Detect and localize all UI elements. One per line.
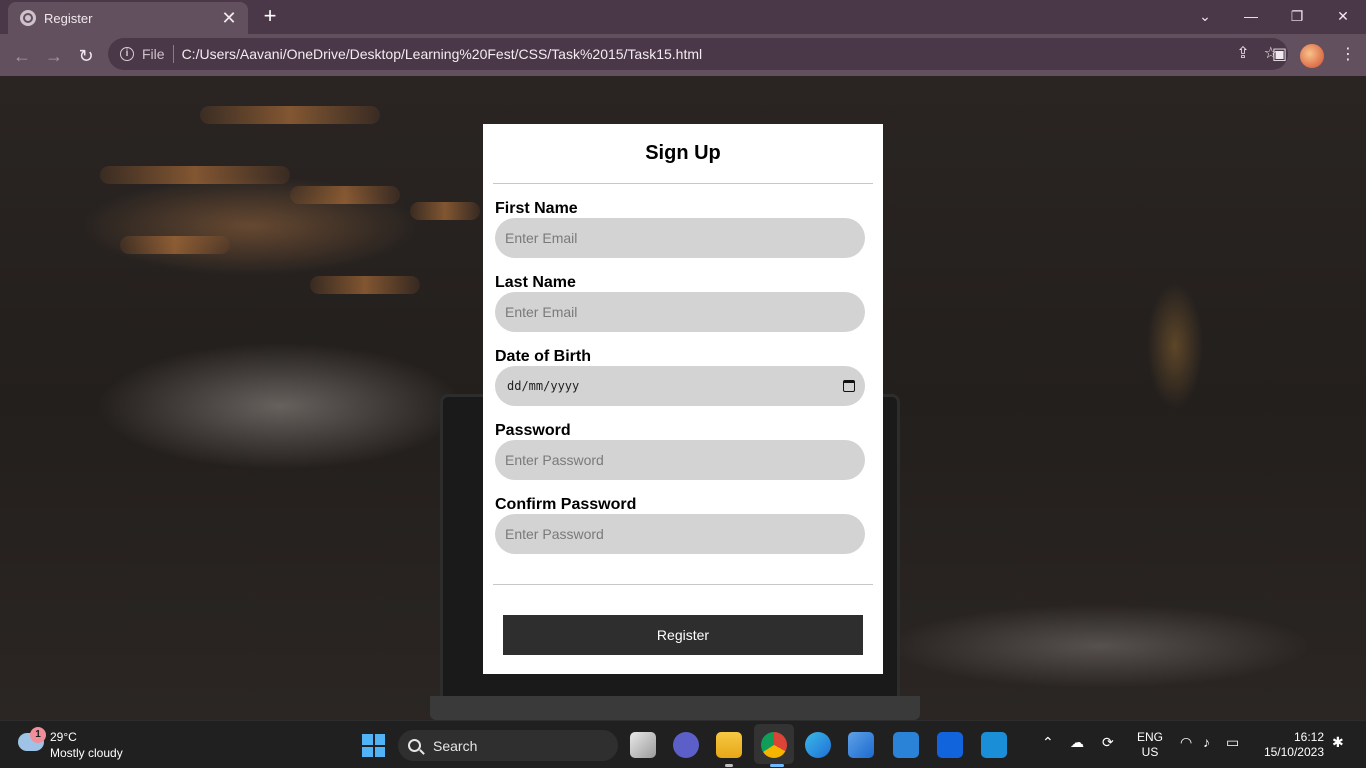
wifi-icon[interactable]: ◠ (1180, 734, 1192, 751)
myhp-icon[interactable] (981, 732, 1007, 758)
register-button[interactable]: Register (503, 615, 863, 655)
restore-button[interactable]: ❐ (1274, 0, 1320, 32)
browser-toolbar: ← → ↻ i File C:/Users/Aavani/OneDrive/De… (0, 34, 1366, 76)
browser-tab[interactable]: Register ✕ (8, 2, 248, 34)
edge-icon[interactable] (805, 732, 831, 758)
menu-kebab-icon[interactable]: ⋮ (1340, 44, 1356, 64)
dob-placeholder: dd/mm/yyyy (507, 379, 580, 393)
sync-icon[interactable]: ⟳ (1102, 734, 1114, 751)
address-url[interactable]: C:/Users/Aavani/OneDrive/Desktop/Learnin… (182, 46, 703, 62)
first-name-label: First Name (495, 200, 578, 217)
confirm-password-input[interactable] (495, 514, 865, 554)
system-clock[interactable]: 16:12 15/10/2023 (1258, 730, 1324, 760)
teams-icon[interactable] (673, 732, 699, 758)
info-icon[interactable]: i (120, 47, 134, 61)
background-laptop-base (430, 696, 920, 720)
file-explorer-icon[interactable] (716, 732, 742, 758)
clock-date: 15/10/2023 (1263, 745, 1324, 759)
windows-taskbar: 1 29°C Mostly cloudy Search ⌃ ☁ ⟳ ENG US… (0, 720, 1366, 768)
windows-start-icon[interactable] (362, 734, 385, 757)
password-input[interactable] (495, 440, 865, 480)
address-divider (172, 45, 174, 63)
dropbox-icon[interactable] (937, 732, 963, 758)
store-icon[interactable] (848, 732, 874, 758)
mail-icon[interactable] (893, 732, 919, 758)
show-hidden-icons-chevron-icon[interactable]: ⌃ (1042, 734, 1054, 751)
onedrive-cloud-icon[interactable]: ☁ (1070, 734, 1084, 751)
tab-search-chevron-icon[interactable]: ⌄ (1182, 0, 1228, 32)
tab-title: Register (44, 10, 93, 26)
background-decor (290, 186, 400, 204)
browser-tab-bar: Register ✕ + ⌄ — ❐ ✕ (0, 0, 1366, 34)
language-indicator[interactable]: ENG US (1136, 730, 1164, 760)
reload-icon[interactable]: ↻ (72, 42, 100, 70)
app-running-indicator (725, 764, 733, 767)
background-decor (120, 236, 230, 254)
form-title: Sign Up (645, 142, 721, 164)
region-code: US (1141, 745, 1159, 759)
dob-input[interactable]: dd/mm/yyyy (495, 366, 865, 406)
search-label: Search (433, 737, 478, 754)
background-decor (100, 166, 290, 184)
weather-temperature[interactable]: 29°C (50, 730, 77, 744)
chrome-icon[interactable] (761, 732, 787, 758)
first-name-input[interactable] (495, 218, 865, 258)
divider (493, 584, 873, 585)
address-scheme-label: File (142, 46, 165, 62)
last-name-input[interactable] (495, 292, 865, 332)
last-name-label: Last Name (495, 274, 576, 291)
background-decor (410, 202, 480, 220)
clock-time: 16:12 (1293, 730, 1324, 744)
back-arrow-icon[interactable]: ← (8, 42, 36, 70)
app-active-indicator (770, 764, 784, 767)
weather-badge: 1 (30, 727, 46, 743)
divider (493, 183, 873, 184)
confirm-password-label: Confirm Password (495, 496, 637, 513)
volume-icon[interactable]: ♪ (1203, 734, 1210, 750)
weather-description[interactable]: Mostly cloudy (50, 746, 123, 760)
task-view-icon[interactable] (630, 732, 656, 758)
calendar-icon[interactable] (843, 380, 855, 392)
background-decor (200, 106, 380, 124)
search-icon (408, 739, 421, 752)
new-tab-button[interactable]: + (258, 4, 282, 28)
share-icon[interactable]: ⇪ (1236, 43, 1249, 63)
signup-card: Sign Up First Name Last Name Date of Bir… (483, 124, 883, 674)
close-window-button[interactable]: ✕ (1320, 0, 1366, 32)
side-panel-icon[interactable]: ▣ (1272, 44, 1287, 64)
forward-arrow-icon[interactable]: → (40, 42, 68, 70)
taskbar-search[interactable]: Search (398, 730, 618, 761)
address-bar[interactable]: i File C:/Users/Aavani/OneDrive/Desktop/… (108, 38, 1288, 70)
globe-icon (20, 10, 36, 26)
minimize-button[interactable]: — (1228, 0, 1274, 32)
close-tab-icon[interactable]: ✕ (220, 8, 238, 29)
profile-avatar[interactable] (1300, 44, 1324, 68)
notifications-icon[interactable]: ✱ (1332, 734, 1344, 751)
background-decor (310, 276, 420, 294)
dob-label: Date of Birth (495, 348, 591, 365)
password-label: Password (495, 422, 571, 439)
battery-icon[interactable]: ▭ (1226, 734, 1239, 751)
language-code: ENG (1136, 730, 1163, 744)
